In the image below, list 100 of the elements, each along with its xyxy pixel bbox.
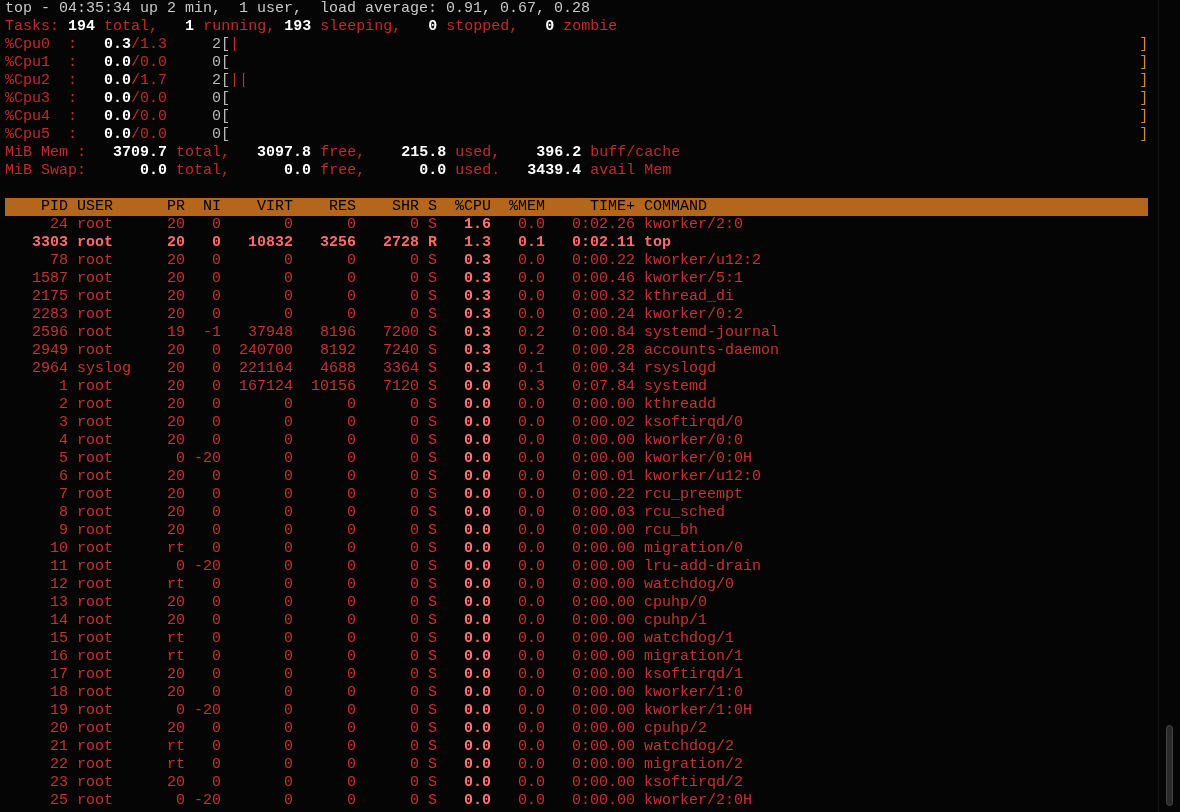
- table-cell: 20: [167, 774, 185, 791]
- table-cell: 0.3: [464, 306, 491, 323]
- table-cell: rt: [167, 738, 185, 755]
- table-cell: 1: [59, 378, 68, 395]
- table-cell: S: [428, 288, 437, 305]
- table-cell: 0:00.00: [572, 522, 635, 539]
- table-cell: 18: [50, 684, 68, 701]
- table-cell: 0: [212, 360, 221, 377]
- table-cell: 13: [50, 594, 68, 611]
- table-cell: 0:00.24: [572, 306, 635, 323]
- summary-label: %Cpu3 :: [5, 90, 77, 107]
- table-cell: 0: [410, 468, 419, 485]
- table-cell: 0: [284, 450, 293, 467]
- summary-label: /0.0: [131, 54, 168, 71]
- table-cell: 20: [167, 270, 185, 287]
- table-cell: 0:00.00: [572, 630, 635, 647]
- table-cell: ksoftirqd/0: [644, 414, 744, 431]
- table-cell: 11: [50, 558, 68, 575]
- summary-label: %Cpu5 :: [5, 126, 77, 143]
- table-cell: root: [77, 306, 113, 323]
- table-cell: 0: [212, 234, 221, 251]
- table-cell: S: [428, 432, 437, 449]
- summary-label: zombie: [563, 18, 618, 35]
- table-cell: 0: [410, 486, 419, 503]
- table-cell: 0: [284, 306, 293, 323]
- table-cell: 0.0: [464, 540, 491, 557]
- table-cell: 22: [50, 756, 68, 773]
- table-cell: 0: [410, 396, 419, 413]
- table-cell: 0:07.84: [572, 378, 635, 395]
- table-cell: 0: [410, 666, 419, 683]
- table-cell: migration/1: [644, 648, 744, 665]
- table-cell: S: [428, 378, 437, 395]
- table-cell: 1.6: [464, 216, 491, 233]
- summary-text: 2[: [212, 36, 231, 53]
- table-cell: 0:00.00: [572, 702, 635, 719]
- summary-text: 2[: [212, 72, 231, 89]
- table-cell: 0: [410, 288, 419, 305]
- table-cell: 0: [410, 252, 419, 269]
- table-cell: 10832: [248, 234, 293, 251]
- scrollbar-thumb[interactable]: [1166, 725, 1173, 806]
- table-cell: 0: [347, 216, 356, 233]
- table-cell: 0: [410, 594, 419, 611]
- summary-label: free,: [320, 144, 366, 161]
- table-cell: 0: [347, 792, 356, 809]
- table-cell: 0.0: [518, 540, 545, 557]
- table-cell: root: [77, 792, 113, 809]
- table-cell: 0.0: [464, 666, 491, 683]
- table-cell: 23: [50, 774, 68, 791]
- table-cell: root: [77, 504, 113, 521]
- table-cell: 0.0: [518, 432, 545, 449]
- table-cell: 0: [284, 666, 293, 683]
- table-cell: 25: [50, 792, 68, 809]
- table-cell: 0: [347, 630, 356, 647]
- table-cell: 0.0: [464, 756, 491, 773]
- summary-value: 0.0: [104, 108, 132, 125]
- table-cell: 0: [284, 486, 293, 503]
- table-cell: S: [428, 792, 437, 809]
- table-cell: 17: [50, 666, 68, 683]
- summary-label: /1.7: [131, 72, 168, 89]
- table-cell: systemd: [644, 378, 707, 395]
- table-cell: kworker/0:0: [644, 432, 744, 449]
- table-cell: S: [428, 666, 437, 683]
- summary-label: running,: [203, 18, 276, 35]
- table-cell: 0: [212, 684, 221, 701]
- summary-value: 0.0: [104, 126, 132, 143]
- table-cell: 0: [347, 522, 356, 539]
- table-cell: root: [77, 774, 113, 791]
- summary-value: 0.0: [104, 90, 132, 107]
- table-cell: 0: [176, 558, 185, 575]
- table-cell: 0.0: [518, 756, 545, 773]
- table-cell: root: [77, 558, 113, 575]
- table-cell: 0.2: [518, 324, 545, 341]
- table-cell: 0: [212, 468, 221, 485]
- table-cell: 0.0: [518, 414, 545, 431]
- cpu-meter-text: ||: [230, 72, 249, 89]
- summary-value: 215.8: [401, 144, 447, 161]
- table-cell: R: [428, 234, 437, 251]
- summary-value: 0.0: [419, 162, 447, 179]
- table-cell: 0: [347, 720, 356, 737]
- table-cell: 0.0: [518, 270, 545, 287]
- summary-label: %Cpu1 :: [5, 54, 77, 71]
- table-cell: syslog: [77, 360, 131, 377]
- table-cell: S: [428, 630, 437, 647]
- summary-label: total,: [104, 18, 159, 35]
- table-cell: 0.0: [464, 576, 491, 593]
- summary-label: used.: [455, 162, 501, 179]
- table-cell: 0: [347, 450, 356, 467]
- table-cell: 0: [410, 522, 419, 539]
- table-cell: 16: [50, 648, 68, 665]
- table-cell: 1.3: [464, 234, 491, 251]
- table-cell: 0: [212, 522, 221, 539]
- table-cell: 0:00.00: [572, 612, 635, 629]
- table-cell: 0: [212, 414, 221, 431]
- table-cell: 0: [212, 738, 221, 755]
- table-cell: 0: [410, 738, 419, 755]
- column-header: PID: [41, 198, 68, 215]
- table-cell: 14: [50, 612, 68, 629]
- table-cell: 0: [347, 252, 356, 269]
- table-cell: kworker/5:1: [644, 270, 744, 287]
- table-cell: 0: [347, 486, 356, 503]
